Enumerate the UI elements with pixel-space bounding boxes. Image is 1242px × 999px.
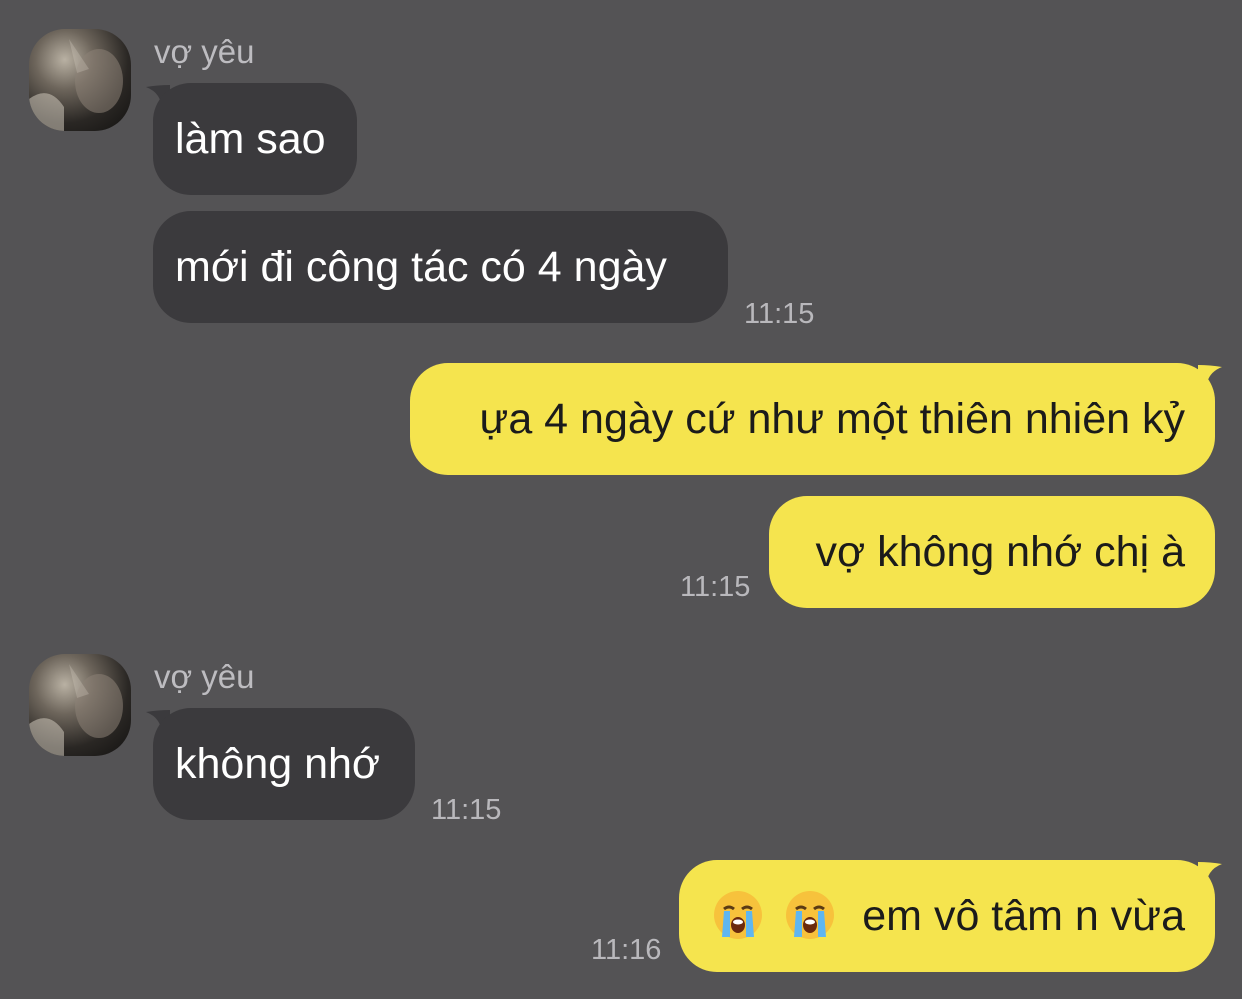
avatar[interactable]: [29, 29, 131, 131]
message-timestamp: 11:15: [431, 794, 502, 826]
message-text: ựa 4 ngày cứ như một thiên nhiên kỷ: [479, 395, 1185, 443]
avatar[interactable]: [29, 654, 131, 756]
message-timestamp: 11:16: [591, 934, 662, 966]
message-bubble-outgoing[interactable]: ựa 4 ngày cứ như một thiên nhiên kỷ: [410, 363, 1215, 475]
message-bubble-outgoing[interactable]: em vô tâm n vừa: [679, 860, 1215, 972]
message-text: vợ không nhớ chị à: [815, 528, 1185, 576]
avatar-photo-icon: [29, 39, 123, 131]
message-text: em vô tâm n vừa: [862, 892, 1185, 940]
message-text: mới đi công tác có 4 ngày: [175, 243, 667, 291]
loudly-crying-face-icon: [786, 890, 835, 939]
message-text: làm sao: [175, 115, 326, 163]
message-bubble-outgoing[interactable]: vợ không nhớ chị à: [769, 496, 1215, 608]
message-bubble-incoming[interactable]: mới đi công tác có 4 ngày: [153, 211, 728, 323]
sender-name: vợ yêu: [154, 33, 255, 70]
message-timestamp: 11:15: [680, 571, 751, 603]
sender-name: vợ yêu: [154, 658, 255, 695]
message-text: không nhớ: [175, 740, 381, 788]
message-bubble-incoming[interactable]: không nhớ: [153, 708, 415, 820]
avatar-photo-icon: [29, 664, 123, 756]
message-timestamp: 11:15: [744, 298, 815, 330]
loudly-crying-face-icon: [714, 890, 763, 939]
message-bubble-incoming[interactable]: làm sao: [153, 83, 357, 195]
